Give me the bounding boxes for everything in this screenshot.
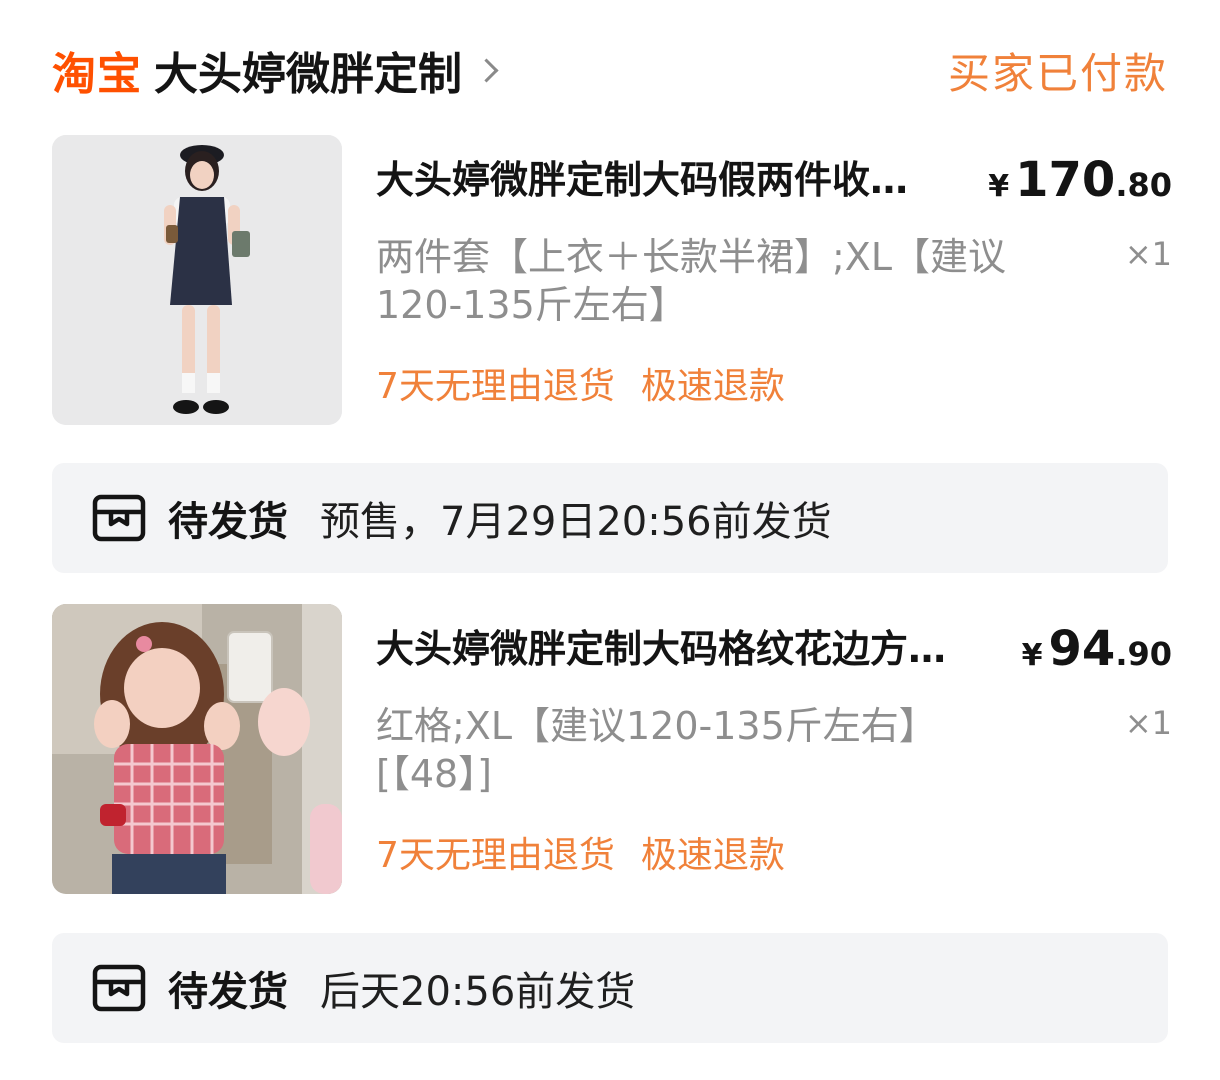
- price-decimal: .90: [1115, 635, 1172, 673]
- taobao-logo: 淘宝: [52, 49, 142, 100]
- shipping-status-bar-2[interactable]: 待发货 后天20:56前发货: [52, 933, 1168, 1043]
- product-spec: 两件套【上衣＋长款半裙】;XL【建议120-135斤左右】: [376, 235, 1007, 327]
- shipping-status-bar-1[interactable]: 待发货 预售，7月29日20:56前发货: [52, 463, 1168, 573]
- package-box-icon: [92, 494, 146, 542]
- service-tags: 7天无理由退货 极速退款: [376, 826, 785, 878]
- shipping-note: 后天20:56前发货: [320, 969, 636, 1015]
- price-currency: ¥: [1021, 638, 1043, 673]
- tag-7day-return: 7天无理由退货: [376, 835, 615, 876]
- product-item-1[interactable]: 大头婷微胖定制大码假两件收… ¥170.80 两件套【上衣＋长款半裙】;XL【建…: [52, 135, 1172, 425]
- product-item-2[interactable]: 大头婷微胖定制大码格纹花边方… ¥94.90 红格;XL【建议120-135斤左…: [52, 604, 1172, 894]
- shipping-note: 预售，7月29日20:56前发货: [320, 499, 832, 545]
- product-image[interactable]: [52, 604, 342, 894]
- shop-name[interactable]: 大头婷微胖定制: [154, 38, 462, 102]
- product-quantity: ×1: [1124, 704, 1172, 742]
- tag-fast-refund: 极速退款: [640, 366, 785, 407]
- package-box-icon: [92, 964, 146, 1012]
- chevron-right-icon[interactable]: [474, 57, 499, 83]
- product-title[interactable]: 大头婷微胖定制大码假两件收…: [376, 155, 996, 205]
- product-image[interactable]: [52, 135, 342, 425]
- product-price: ¥94.90: [1022, 620, 1172, 689]
- tag-7day-return: 7天无理由退货: [376, 366, 615, 407]
- price-integer: 94: [1048, 621, 1116, 677]
- tag-fast-refund: 极速退款: [640, 835, 785, 876]
- order-status: 买家已付款: [947, 48, 1168, 98]
- shop-link[interactable]: 淘宝 大头婷微胖定制: [52, 38, 499, 102]
- product-spec: 红格;XL【建议120-135斤左右】[【48】]: [376, 704, 937, 796]
- product-price: ¥170.80: [988, 151, 1172, 220]
- product-title[interactable]: 大头婷微胖定制大码格纹花边方…: [376, 624, 996, 674]
- price-integer: 170: [1015, 152, 1116, 208]
- shipping-status: 待发货: [168, 499, 288, 545]
- shipping-status: 待发货: [168, 969, 288, 1015]
- product-quantity: ×1: [1124, 235, 1172, 273]
- price-decimal: .80: [1115, 166, 1172, 204]
- price-currency: ¥: [988, 169, 1010, 204]
- service-tags: 7天无理由退货 极速退款: [376, 357, 785, 409]
- order-header: 淘宝 大头婷微胖定制 买家已付款: [52, 38, 1168, 102]
